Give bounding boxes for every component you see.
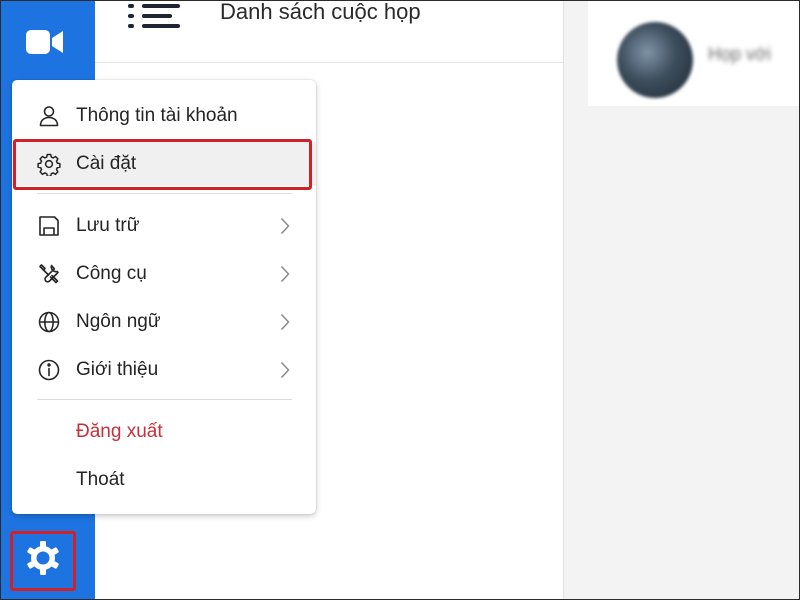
chevron-right-icon — [278, 360, 292, 380]
hamburger-line — [128, 24, 134, 28]
chevron-right-icon — [278, 264, 292, 284]
menu-divider — [37, 399, 292, 400]
account-menu: Thông tin tài khoản Cài đặt Lưu trữ Công… — [12, 80, 316, 514]
menu-item-label: Ngôn ngữ — [76, 311, 161, 332]
menu-item-storage[interactable]: Lưu trữ — [12, 204, 316, 248]
menu-item-language[interactable]: Ngôn ngữ — [12, 300, 316, 344]
settings-button[interactable] — [12, 532, 74, 588]
menu-item-label: Lưu trữ — [76, 215, 140, 236]
menu-item-label: Thông tin tài khoản — [76, 105, 238, 126]
menu-item-label: Giới thiệu — [76, 359, 159, 380]
page-title: Danh sách cuộc họp — [220, 0, 421, 24]
gear-icon — [37, 152, 61, 176]
menu-item-label: Cài đặt — [76, 153, 137, 174]
save-icon — [37, 214, 61, 238]
menu-divider — [37, 193, 292, 194]
hamburger-line — [142, 24, 180, 28]
menu-item-label: Thoát — [76, 469, 125, 490]
hamburger-line — [142, 14, 172, 18]
menu-item-logout[interactable]: Đăng xuất — [12, 410, 316, 454]
tools-icon — [37, 262, 61, 286]
chevron-right-icon — [278, 312, 292, 332]
menu-toggle-button[interactable] — [128, 0, 184, 36]
menu-item-about[interactable]: Giới thiệu — [12, 348, 316, 392]
hamburger-line — [128, 14, 134, 18]
chat-title: Họp với — [708, 44, 771, 64]
video-camera-icon[interactable] — [22, 22, 68, 62]
globe-icon — [37, 310, 61, 334]
gear-icon — [23, 538, 63, 583]
menu-item-label: Công cụ — [76, 263, 147, 284]
chevron-right-icon — [278, 216, 292, 236]
menu-item-tools[interactable]: Công cụ — [12, 252, 316, 296]
hamburger-line — [128, 4, 134, 8]
menu-item-account-info[interactable]: Thông tin tài khoản — [12, 94, 316, 138]
person-icon — [37, 104, 61, 128]
menu-item-label: Đăng xuất — [76, 421, 163, 442]
menu-item-exit[interactable]: Thoát — [12, 458, 316, 502]
menu-item-settings[interactable]: Cài đặt — [12, 142, 316, 186]
avatar — [617, 22, 693, 98]
info-icon — [37, 358, 61, 382]
hamburger-line — [142, 4, 180, 8]
